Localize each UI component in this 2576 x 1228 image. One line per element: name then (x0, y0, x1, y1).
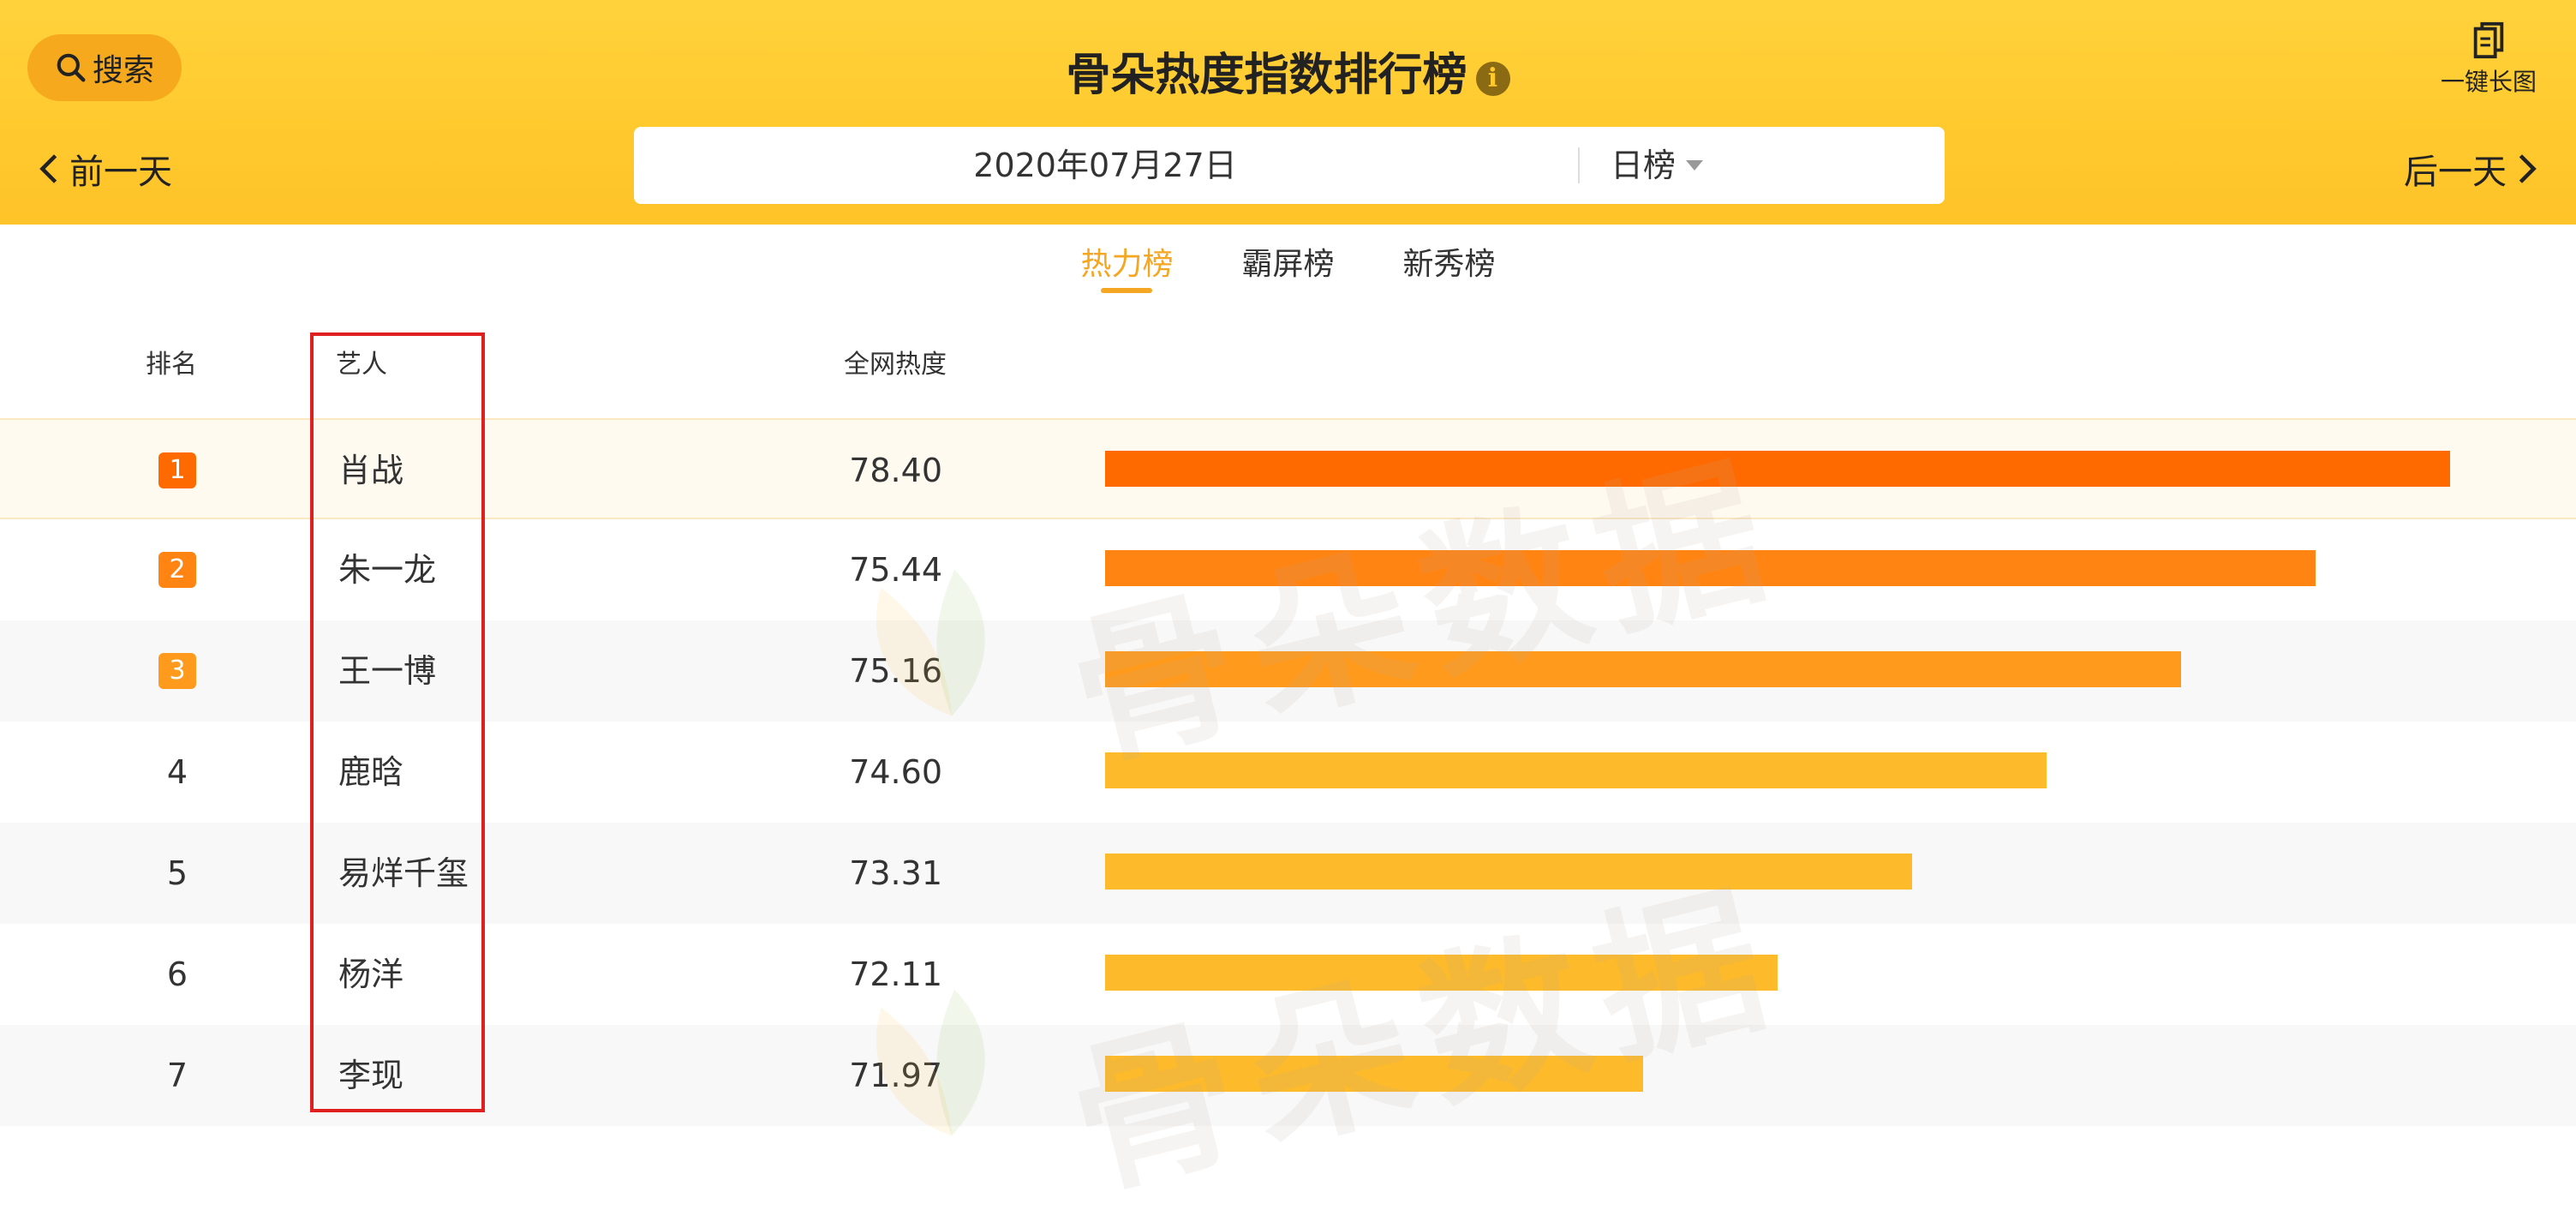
rank-number: 6 (166, 955, 188, 993)
next-day-label: 后一天 (2404, 153, 2507, 192)
tab-heat[interactable]: 热力榜 (1080, 225, 1173, 302)
tab-active-indicator (1101, 288, 1153, 293)
date-selector[interactable]: 2020年07月27日 日榜 (634, 127, 1945, 204)
rank-number: 4 (166, 753, 188, 791)
rank-number: 7 (166, 1057, 188, 1094)
rank-badge: 3 (158, 653, 196, 689)
column-heat: 全网热度 (844, 350, 947, 380)
list-type-label: 日榜 (1611, 147, 1676, 184)
tab-newcomer-label: 新秀榜 (1402, 247, 1496, 282)
document-icon (2473, 21, 2504, 59)
info-icon[interactable]: i (1475, 62, 1510, 96)
page-title: 骨朵热度指数排行榜 i (0, 39, 2576, 103)
page-title-text: 骨朵热度指数排行榜 (1066, 50, 1467, 101)
prev-day-button[interactable]: 前一天 (39, 144, 172, 194)
chevron-left-icon (39, 154, 57, 183)
header-bar: 搜索 骨朵热度指数排行榜 i 一键长图 前一天 2020年07月27日 日榜 后一… (0, 0, 2576, 225)
next-day-button[interactable]: 后一天 (2404, 144, 2537, 194)
tab-newcomer[interactable]: 新秀榜 (1403, 225, 1496, 302)
heat-value: 78.40 (849, 452, 942, 489)
long-image-label: 一键长图 (2440, 68, 2537, 96)
long-image-button[interactable]: 一键长图 (2424, 21, 2553, 98)
caret-down-icon (1686, 160, 1704, 171)
date-text[interactable]: 2020年07月27日 (634, 127, 1576, 204)
rank-badge: 2 (158, 552, 196, 588)
annotation-box (310, 332, 485, 1112)
heat-bar (1105, 451, 2450, 487)
tab-screen-label: 霸屏榜 (1241, 247, 1335, 282)
column-rank: 排名 (146, 350, 197, 380)
tab-screen[interactable]: 霸屏榜 (1241, 225, 1334, 302)
list-type-select[interactable]: 日榜 (1611, 127, 1704, 204)
tab-bar: 热力榜 霸屏榜 新秀榜 (0, 225, 2576, 302)
rank-number: 5 (166, 854, 188, 892)
rank-badge: 1 (158, 452, 196, 488)
prev-day-label: 前一天 (69, 153, 172, 192)
date-divider (1578, 147, 1580, 183)
chevron-right-icon (2519, 154, 2537, 183)
tab-heat-label: 热力榜 (1080, 247, 1174, 282)
heat-value: 73.31 (849, 854, 942, 892)
